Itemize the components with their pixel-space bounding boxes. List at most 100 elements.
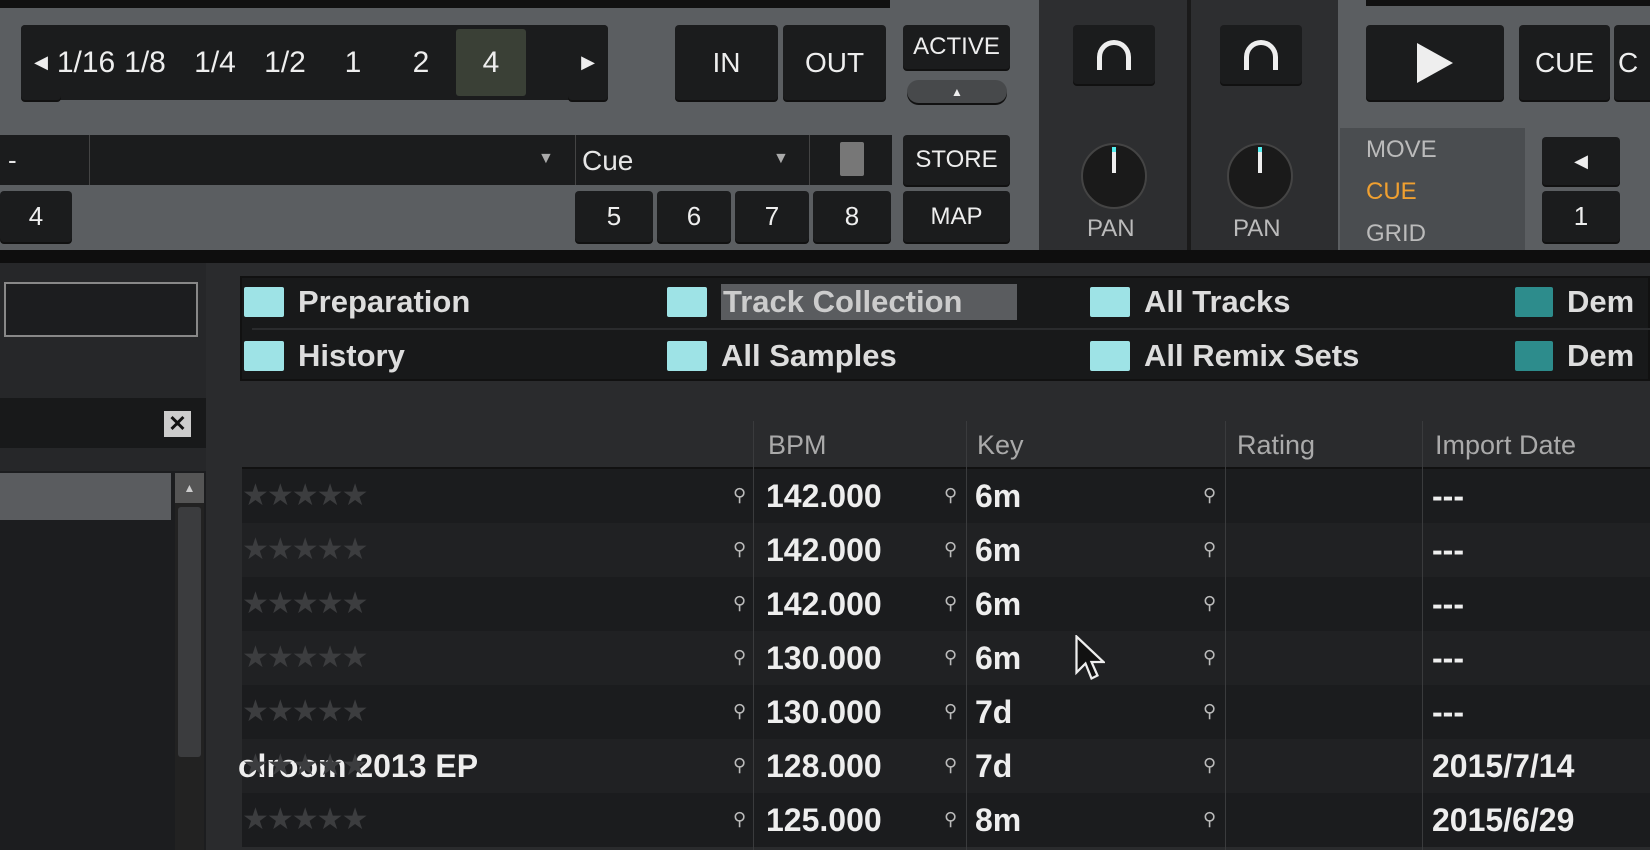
search-match-icon: ⚲ xyxy=(1203,701,1217,721)
favorite-history[interactable]: History xyxy=(244,333,405,379)
hotcue-4-button[interactable]: 4 xyxy=(0,191,72,242)
cue-name-bar xyxy=(0,135,892,185)
headphones-icon xyxy=(1244,39,1278,70)
search-match-icon: ⚲ xyxy=(944,701,958,721)
table-row[interactable]: olroom 2013 EP ⚲ ⚲ ⚲ 128.000 7d ★★★★★ 2015/7/14 xyxy=(238,739,1650,793)
search-match-icon: ⚲ xyxy=(733,539,747,559)
favorite-all-remix-sets[interactable]: All Remix Sets xyxy=(1090,333,1359,379)
favorite-all-tracks[interactable]: All Tracks xyxy=(1090,279,1290,325)
pan-label-b: PAN xyxy=(1233,215,1281,242)
scrollbar[interactable]: ▲ xyxy=(175,473,204,850)
cue-button[interactable]: CUE xyxy=(1519,25,1610,100)
cell-import-date: 2015/6/29 xyxy=(1432,802,1575,838)
hotcue-5-button[interactable]: 5 xyxy=(575,191,653,242)
rating-stars[interactable]: ★★★★★ xyxy=(242,577,368,631)
loop-size-1-2[interactable]: 1/2 xyxy=(250,29,320,96)
tree-item-selected[interactable] xyxy=(0,473,171,520)
pan-label-a: PAN xyxy=(1087,215,1135,242)
headphone-cue-b-button[interactable] xyxy=(1220,25,1302,84)
loop-next-button[interactable]: ▶ xyxy=(568,25,608,100)
cell-import-date: --- xyxy=(1432,586,1464,622)
cell-import-date: --- xyxy=(1432,640,1464,676)
rating-stars[interactable]: ★★★★★ xyxy=(242,523,368,577)
favorite-label: All Tracks xyxy=(1144,284,1291,319)
header-bpm[interactable]: BPM xyxy=(768,430,827,461)
favorite-all-samples[interactable]: All Samples xyxy=(667,333,897,379)
table-row[interactable]: ⚲ ⚲ ⚲ 142.000 6m ★★★★★ --- xyxy=(242,577,1650,631)
header-rating[interactable]: Rating xyxy=(1237,430,1315,461)
loop-size-1-16[interactable]: 1/16 xyxy=(57,29,115,96)
loop-size-1-4[interactable]: 1/4 xyxy=(180,29,250,96)
rating-stars[interactable]: ★★★★★ xyxy=(242,739,368,793)
pan-knob-a[interactable] xyxy=(1081,143,1147,209)
expand-arrow-button[interactable]: ▲ xyxy=(907,80,1007,103)
clear-search-button[interactable]: ✕ xyxy=(164,411,191,437)
loop-out-button[interactable]: OUT xyxy=(783,25,886,100)
rating-stars[interactable]: ★★★★★ xyxy=(242,631,368,685)
hotcue-1-button[interactable]: 1 xyxy=(1542,191,1620,242)
mode-cue[interactable]: CUE xyxy=(1366,178,1417,206)
cue-name-field[interactable]: - xyxy=(8,145,17,176)
favorite-label: All Samples xyxy=(721,338,897,373)
map-button[interactable]: MAP xyxy=(903,191,1010,242)
cue-name-dropdown-arrow-icon[interactable]: ▼ xyxy=(538,150,554,168)
loop-active-button[interactable]: ACTIVE xyxy=(903,25,1010,69)
favorite-preparation[interactable]: Preparation xyxy=(244,279,470,325)
table-row[interactable]: ⚲ ⚲ ⚲ 142.000 6m ★★★★★ --- xyxy=(242,523,1650,577)
loop-prev-button[interactable]: ◀ xyxy=(21,25,61,100)
headphones-icon xyxy=(1097,39,1131,70)
play-button[interactable] xyxy=(1366,25,1504,100)
hotcue-7-button[interactable]: 7 xyxy=(735,191,809,242)
rating-stars[interactable]: ★★★★★ xyxy=(242,469,368,523)
headphone-cue-a-button[interactable] xyxy=(1073,25,1155,84)
cell-key: 7d xyxy=(975,694,1013,730)
search-match-icon: ⚲ xyxy=(944,755,958,775)
mixer: PAN PAN xyxy=(1039,0,1338,250)
cell-import-date: --- xyxy=(1432,478,1464,514)
cell-import-date: --- xyxy=(1432,532,1464,568)
rating-stars[interactable]: ★★★★★ xyxy=(242,685,368,739)
hotcue-8-button[interactable]: 8 xyxy=(813,191,891,242)
play-folder-icon xyxy=(1515,341,1553,371)
favorite-track-collection[interactable]: Track Collection xyxy=(667,279,1018,325)
search-match-icon: ⚲ xyxy=(1203,485,1217,505)
collection-icon xyxy=(667,287,707,317)
search-match-icon: ⚲ xyxy=(1203,593,1217,613)
folder-icon xyxy=(667,341,707,371)
search-match-icon: ⚲ xyxy=(733,701,747,721)
cell-bpm: 142.000 xyxy=(766,586,882,622)
search-match-icon: ⚲ xyxy=(1203,539,1217,559)
loop-size-1-8[interactable]: 1/8 xyxy=(110,29,180,96)
hotcue-6-button[interactable]: 6 xyxy=(657,191,731,242)
search-match-icon: ⚲ xyxy=(733,809,747,829)
favorite-dem[interactable]: Dem xyxy=(1515,279,1634,325)
table-row[interactable]: ⚲ ⚲ ⚲ 130.000 7d ★★★★★ --- xyxy=(242,685,1650,739)
store-button[interactable]: STORE xyxy=(903,135,1010,185)
favorite-dem[interactable]: Dem xyxy=(1515,333,1634,379)
cue-type-dropdown-arrow-icon[interactable]: ▼ xyxy=(773,150,789,168)
cup-button[interactable]: C xyxy=(1614,25,1650,100)
header-import-date[interactable]: Import Date xyxy=(1435,430,1576,461)
rating-stars[interactable]: ★★★★★ xyxy=(242,793,368,847)
pan-knob-b[interactable] xyxy=(1227,143,1293,209)
mode-move[interactable]: MOVE xyxy=(1366,136,1437,164)
search-match-icon: ⚲ xyxy=(944,809,958,829)
mode-grid[interactable]: GRID xyxy=(1366,220,1426,248)
header-key[interactable]: Key xyxy=(977,430,1024,461)
loop-size-1[interactable]: 1 xyxy=(320,29,386,96)
cell-key: 8m xyxy=(975,802,1022,838)
table-row[interactable]: ⚲ ⚲ ⚲ 125.000 8m ★★★★★ 2015/6/29 xyxy=(242,793,1650,847)
loop-size-4[interactable]: 4 xyxy=(456,29,526,96)
cell-bpm: 142.000 xyxy=(766,478,882,514)
scroll-thumb[interactable] xyxy=(178,507,201,757)
trash-icon[interactable] xyxy=(840,142,864,176)
scroll-up-icon[interactable]: ▲ xyxy=(175,473,204,503)
loop-size-2[interactable]: 2 xyxy=(386,29,456,96)
table-row[interactable]: ⚲ ⚲ ⚲ 130.000 6m ★★★★★ --- xyxy=(242,631,1650,685)
search-match-icon: ⚲ xyxy=(944,647,958,667)
table-row[interactable]: ⚲ ⚲ ⚲ 142.000 6m ★★★★★ --- xyxy=(242,469,1650,523)
loop-in-button[interactable]: IN xyxy=(675,25,778,100)
cue-type-dropdown[interactable]: Cue xyxy=(582,145,633,177)
prev-button[interactable]: ◀ xyxy=(1542,137,1620,185)
cell-bpm: 128.000 xyxy=(766,748,882,784)
